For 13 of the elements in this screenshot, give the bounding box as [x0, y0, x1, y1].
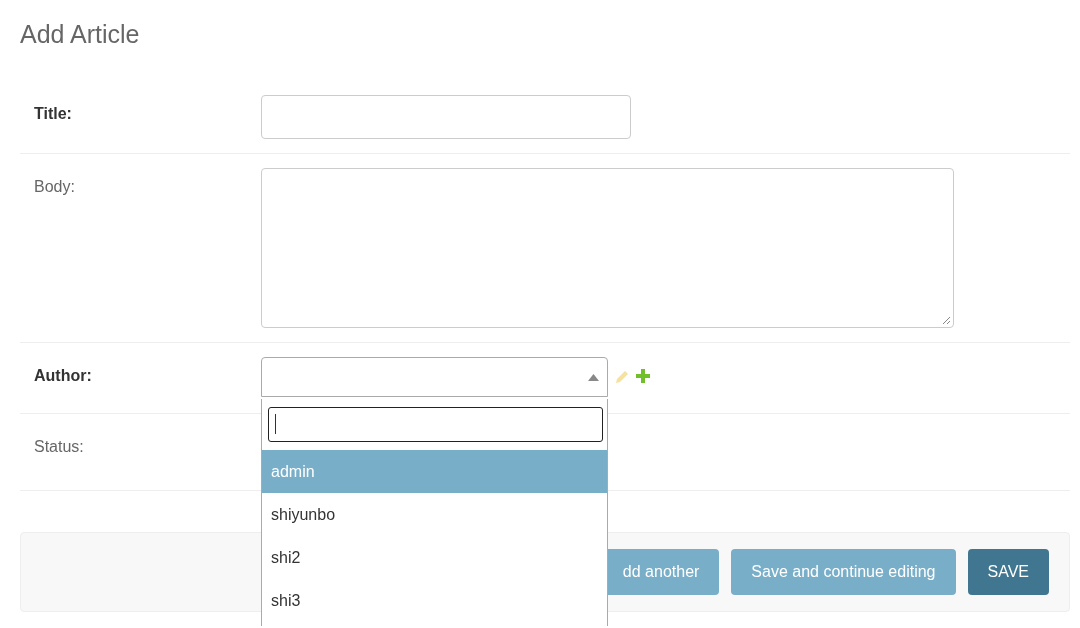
caret-icon — [588, 374, 599, 381]
field-label: Author: — [34, 366, 93, 386]
field-label: Status: — [34, 437, 85, 457]
field-label: Title: — [34, 104, 73, 124]
search-field[interactable] — [268, 407, 603, 442]
resize-grip-icon[interactable] — [942, 316, 951, 325]
author-select[interactable] — [261, 357, 608, 397]
dropdown-option[interactable]: shiyunbo — [262, 493, 607, 536]
form-button[interactable]: SAVE — [967, 549, 1049, 595]
title-input[interactable] — [261, 95, 631, 139]
page-title: Add Article — [20, 20, 141, 49]
add-icon[interactable] — [636, 369, 650, 383]
field-label: Body: — [34, 177, 76, 197]
